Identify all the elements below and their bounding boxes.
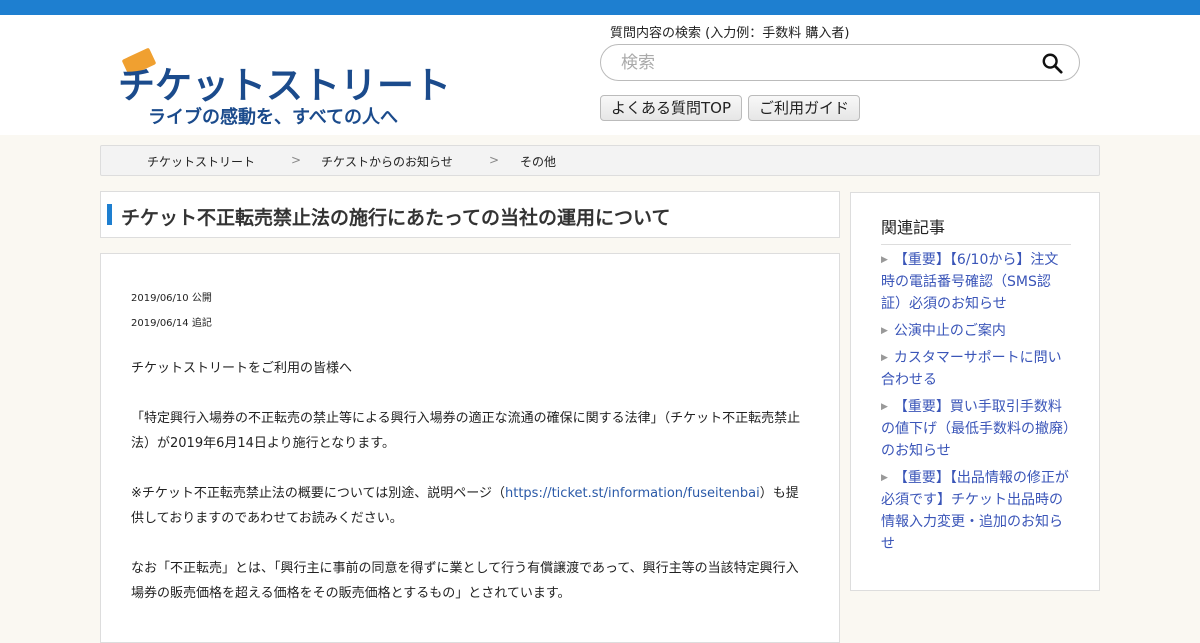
logo-wordmark: チケットストリート — [118, 64, 451, 107]
article-body: 2019/06/10 公開 2019/06/14 追記 チケットストリートをご利… — [100, 253, 840, 643]
triangle-right-icon: ▶ — [881, 255, 888, 265]
search-input[interactable] — [621, 51, 1021, 75]
breadcrumb-item-other[interactable]: その他 — [520, 153, 556, 170]
related-articles-list: ▶ 【重要】【6/10から】注文時の電話番号確認（SMS認証）必須のお知らせ ▶ 公… — [881, 249, 1071, 560]
logo-tagline: ライブの感動を、すべての人へ — [148, 107, 399, 128]
breadcrumb: チケットストリート > チケストからのお知らせ > その他 — [100, 145, 1100, 176]
triangle-right-icon: ▶ — [881, 326, 888, 336]
triangle-right-icon: ▶ — [881, 473, 888, 483]
triangle-right-icon: ▶ — [881, 353, 888, 363]
article-title-box: チケット不正転売禁止法の施行にあたっての当社の運用について — [100, 191, 840, 238]
published-date: 2019/06/10 公開 — [131, 293, 212, 304]
paragraph-overview: ※チケット不正転売禁止法の概要については別途、説明ページ（https://tic… — [131, 481, 811, 531]
related-article-link[interactable]: 【重要】買い手取引手数料の値下げ（最低手数料の撤廃）のお知らせ — [881, 399, 1070, 459]
related-articles-sidebar: 関連記事 ▶ 【重要】【6/10から】注文時の電話番号確認（SMS認証）必須のお知… — [850, 192, 1100, 591]
faq-top-button[interactable]: よくある質問TOP — [600, 95, 743, 121]
article-title: チケット不正転売禁止法の施行にあたっての当社の運用について — [121, 207, 671, 229]
search-box — [600, 44, 1080, 81]
greeting: チケットストリートをご利用の皆様へ — [131, 361, 353, 376]
related-article-link[interactable]: 公演中止のご案内 — [894, 323, 1006, 339]
related-article-item[interactable]: ▶ 【重要】買い手取引手数料の値下げ（最低手数料の撤廃）のお知らせ — [881, 396, 1071, 462]
search-label: 質問内容の検索 (入力例：手数料 購入者) — [610, 26, 850, 41]
related-articles-title: 関連記事 — [881, 214, 1071, 245]
breadcrumb-separator: > — [489, 153, 500, 167]
guide-button[interactable]: ご利用ガイド — [748, 95, 861, 121]
related-article-link[interactable]: 【重要】【6/10から】注文時の電話番号確認（SMS認証）必須のお知らせ — [881, 252, 1058, 312]
related-article-item[interactable]: ▶ カスタマーサポートに問い合わせる — [881, 347, 1071, 391]
paragraph-law: 「特定興行入場券の不正転売の禁止等による興行入場券の適正な流通の確保に関する法律… — [131, 411, 801, 451]
title-accent-bar — [107, 204, 112, 225]
related-article-item[interactable]: ▶ 【重要】【出品情報の修正が必須です】チケット出品時の情報入力変更・追加のお知ら… — [881, 467, 1071, 555]
breadcrumb-separator: > — [291, 153, 302, 167]
overview-link[interactable]: https://ticket.st/information/fuseitenba… — [505, 486, 760, 501]
overview-text-pre: ※チケット不正転売禁止法の概要については別途、説明ページ（ — [131, 486, 505, 501]
related-article-link[interactable]: カスタマーサポートに問い合わせる — [881, 350, 1062, 388]
search-icon[interactable] — [1041, 52, 1063, 74]
updated-date: 2019/06/14 追記 — [131, 318, 212, 329]
paragraph-definition: なお「不正転売」とは、「興行主に事前の同意を得ずに業として行う有償譲渡であって、… — [131, 561, 799, 601]
breadcrumb-item-news[interactable]: チケストからのお知らせ — [321, 153, 453, 170]
related-article-item[interactable]: ▶ 【重要】【6/10から】注文時の電話番号確認（SMS認証）必須のお知らせ — [881, 249, 1071, 315]
site-logo[interactable]: チケットストリート ライブの感動を、すべての人へ — [118, 47, 458, 133]
site-header: チケットストリート ライブの感動を、すべての人へ 質問内容の検索 (入力例：手数… — [0, 15, 1200, 135]
related-article-item[interactable]: ▶ 公演中止のご案内 — [881, 320, 1071, 342]
breadcrumb-item-home[interactable]: チケットストリート — [147, 153, 255, 170]
related-article-link[interactable]: 【重要】【出品情報の修正が必須です】チケット出品時の情報入力変更・追加のお知らせ — [881, 470, 1069, 552]
triangle-right-icon: ▶ — [881, 402, 888, 412]
top-accent-bar — [0, 0, 1200, 15]
